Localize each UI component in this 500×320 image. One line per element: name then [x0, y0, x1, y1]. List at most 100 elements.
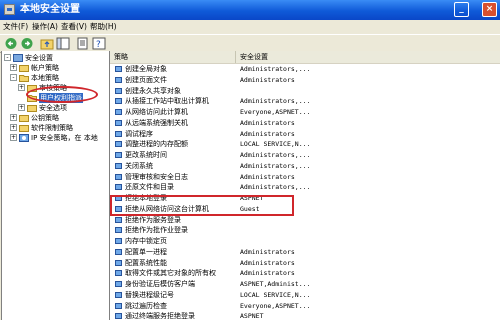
policy-setting: LOCAL SERVICE,N... [240, 140, 311, 149]
table-row[interactable]: 身份验证后模仿客户端 ASPNET,Administ... [110, 279, 500, 289]
collapse-icon[interactable]: - [10, 74, 17, 81]
expand-icon[interactable]: + [10, 124, 17, 131]
security-icon [13, 54, 23, 62]
table-row[interactable]: 从插接工作站中取出计算机 Administrators,... [110, 96, 500, 106]
svg-text:?: ? [96, 40, 101, 50]
policy-name: 配置系统性能 [125, 258, 167, 267]
expand-icon[interactable]: + [18, 104, 25, 111]
tree-item-label: 本地策略 [31, 74, 59, 82]
folder-icon [19, 115, 29, 122]
policy-icon [115, 152, 122, 158]
policy-name: 跳过遍历检查 [125, 301, 167, 310]
policy-setting: Administrators,... [240, 65, 311, 73]
forward-icon[interactable] [20, 37, 34, 50]
policy-icon [115, 119, 122, 126]
table-row[interactable]: 创建永久共享对象 [110, 86, 500, 96]
list-header: 策略 安全设置 [110, 51, 500, 64]
policy-name: 拒绝作为服务登录 [125, 215, 181, 224]
policy-name: 创建页面文件 [125, 75, 167, 84]
policy-setting: Administrators,... [240, 183, 311, 192]
policy-setting: Administrators,... [240, 97, 311, 106]
policy-icon [115, 313, 122, 320]
policy-list: 策略 安全设置 创建全局对象 Administrators,... 创建页面文件 Ad… [110, 51, 500, 320]
expand-icon[interactable]: + [10, 134, 17, 141]
policy-setting: Administrators [240, 75, 295, 84]
expand-icon[interactable]: + [18, 84, 25, 91]
show-tree-icon[interactable] [56, 37, 70, 50]
table-row[interactable]: 跳过遍历检查 Everyone,ASPNET... [110, 301, 500, 311]
policy-icon [115, 130, 122, 137]
policy-setting: ASPNET,Administ... [240, 280, 311, 288]
column-header-policy[interactable]: 策略 [110, 51, 236, 63]
policy-name: 还原文件和目录 [125, 183, 174, 192]
policy-name: 创建永久共享对象 [125, 86, 181, 95]
table-row[interactable]: 取得文件或其它对象的所有权 Administrators [110, 268, 500, 278]
menu-view[interactable]: 查看(V) [61, 22, 87, 32]
policy-name: 关闭系统 [125, 161, 153, 170]
policy-name: 从远端系统强制关机 [125, 118, 188, 127]
table-row[interactable]: 通过终端服务拒绝登录 ASPNET [110, 311, 500, 320]
table-row[interactable]: 内存中锁定页 [110, 236, 500, 246]
policy-setting: Administrators [240, 247, 295, 256]
table-row[interactable]: 配置系统性能 Administrators [110, 258, 500, 268]
table-row[interactable]: 拒绝作为服务登录 [110, 215, 500, 225]
tree-item-label: 安全设置 [25, 54, 53, 62]
table-row[interactable]: 从远端系统强制关机 Administrators [110, 118, 500, 128]
table-row[interactable]: 从网络访问此计算机 Everyone,ASPNET... [110, 107, 500, 117]
policy-name: 调试程序 [125, 129, 153, 138]
column-header-setting[interactable]: 安全设置 [236, 51, 500, 63]
table-row[interactable]: 调整进程的内存配额 LOCAL SERVICE,N... [110, 139, 500, 149]
policy-icon [115, 302, 122, 309]
table-row[interactable]: 配置单一进程 Administrators [110, 247, 500, 257]
up-folder-icon[interactable] [40, 37, 54, 50]
policy-setting: Administrators [240, 269, 295, 278]
close-button[interactable]: × [482, 2, 497, 17]
help-icon[interactable]: ? [92, 37, 106, 50]
policy-setting: LOCAL SERVICE,N... [240, 290, 311, 299]
policy-name: 创建全局对象 [125, 65, 167, 73]
expand-icon[interactable]: + [10, 64, 17, 71]
folder-icon [19, 125, 29, 132]
policy-icon [115, 87, 122, 94]
minimize-button[interactable]: _ [454, 2, 469, 17]
expand-icon[interactable]: + [10, 114, 17, 121]
collapse-icon[interactable]: - [4, 54, 11, 61]
policy-name: 身份验证后模仿客户端 [125, 280, 195, 288]
table-row[interactable]: 创建页面文件 Administrators [110, 75, 500, 85]
export-icon[interactable] [76, 37, 90, 50]
policy-name: 更改系统时间 [125, 151, 167, 159]
policy-icon [115, 184, 122, 191]
policy-icon [115, 162, 122, 169]
policy-name: 替换进程级记号 [125, 290, 174, 299]
menu-action[interactable]: 操作(A) [32, 22, 58, 32]
table-row[interactable]: 更改系统时间 Administrators,... [110, 150, 500, 160]
tree-item-label: 软件限制策略 [31, 124, 73, 132]
folder-icon [27, 105, 37, 112]
policy-icon [115, 141, 122, 148]
policy-setting: Administrators,... [240, 161, 311, 170]
policy-icon [115, 248, 122, 255]
policy-icon [115, 291, 122, 298]
policy-icon [115, 109, 122, 115]
window-title: 本地安全设置 [20, 4, 80, 15]
table-row[interactable]: 调试程序 Administrators [110, 129, 500, 139]
highlight-ellipse [26, 86, 98, 103]
folder-open-icon [19, 75, 29, 82]
menu-file[interactable]: 文件(F) [3, 22, 28, 32]
policy-name: 从网络访问此计算机 [125, 108, 188, 116]
policy-setting: Administrators [240, 172, 295, 181]
policy-name: 配置单一进程 [125, 247, 167, 256]
policy-icon [115, 238, 122, 244]
table-row[interactable]: 创建全局对象 Administrators,... [110, 64, 500, 74]
table-row[interactable]: 拒绝作为批作业登录 [110, 225, 500, 235]
policy-icon [115, 66, 122, 72]
title-bar: 本地安全设置 _ □ × [0, 0, 500, 20]
back-icon[interactable] [4, 37, 18, 50]
menu-help[interactable]: 帮助(H) [90, 22, 117, 32]
table-row[interactable]: 关闭系统 Administrators,... [110, 161, 500, 171]
policy-name: 从插接工作站中取出计算机 [125, 97, 209, 106]
app-icon [4, 4, 15, 15]
table-row[interactable]: 替换进程级记号 LOCAL SERVICE,N... [110, 290, 500, 300]
table-row[interactable]: 还原文件和目录 Administrators,... [110, 182, 500, 192]
table-row[interactable]: 管理审核和安全日志 Administrators [110, 172, 500, 182]
